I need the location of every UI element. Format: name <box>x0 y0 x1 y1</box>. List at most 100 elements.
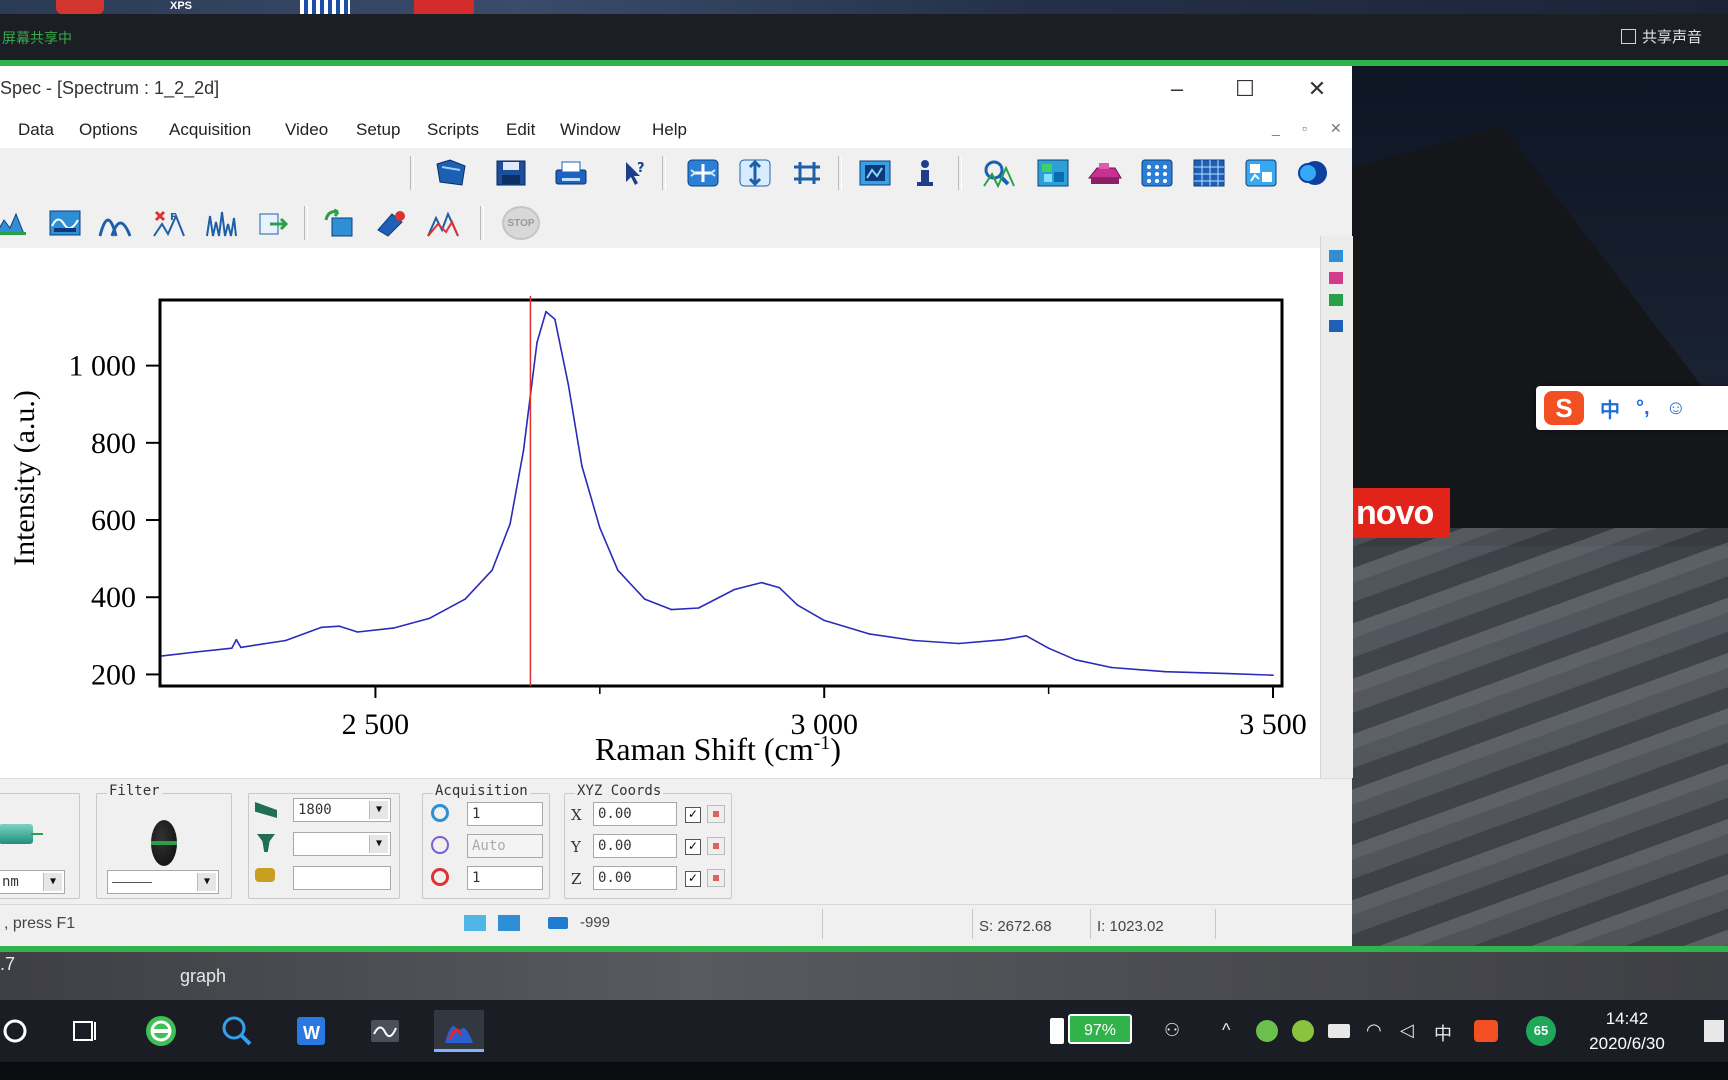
info-icon[interactable] <box>906 156 944 190</box>
tray-expand-icon[interactable]: ^ <box>1222 1020 1230 1041</box>
mdi-restore-button[interactable]: ▫ <box>1302 120 1307 136</box>
thumb-xps[interactable]: XPS <box>170 0 192 14</box>
z-coord-checkbox[interactable]: ✓ <box>685 871 701 887</box>
ime-lang-toggle[interactable]: 中 <box>1600 394 1620 423</box>
hole-field[interactable] <box>293 866 391 890</box>
labspec-taskbar-icon[interactable] <box>434 1010 484 1052</box>
spectrum-plot[interactable]: Intensity (a.u.) 200 400 600 800 1 000 2 500 3… <box>0 248 1320 778</box>
sogou-tray-icon[interactable] <box>1474 1020 1498 1042</box>
refresh-data-icon[interactable] <box>320 206 358 240</box>
menu-setup[interactable]: Setup <box>356 120 400 140</box>
sogou-logo-icon[interactable]: S <box>1544 391 1584 425</box>
laser-select[interactable]: nm ▼ <box>0 870 65 894</box>
filter-select[interactable]: ▼ <box>107 870 219 894</box>
z-coord-set-button[interactable] <box>707 869 725 887</box>
chevron-down-icon[interactable]: ▼ <box>197 873 216 891</box>
wifi-icon[interactable]: ◠ <box>1366 1020 1382 1041</box>
compare-spectra-icon[interactable] <box>424 206 462 240</box>
share-sound-toggle[interactable]: 共享声音 <box>1620 26 1702 47</box>
battery-indicator[interactable]: 97% <box>1068 1014 1132 1044</box>
side-tool-1-icon[interactable] <box>1329 250 1343 262</box>
zoom-full-icon[interactable] <box>684 156 722 190</box>
people-icon[interactable]: ⚇ <box>1164 1020 1180 1041</box>
mdi-close-button[interactable]: ✕ <box>1330 120 1342 137</box>
side-tool-3-icon[interactable] <box>1329 294 1343 306</box>
thumb-red-icon[interactable] <box>414 0 474 14</box>
spectrum-chart[interactable]: Intensity (a.u.) 200 400 600 800 1 000 2 500 3… <box>0 248 1320 778</box>
fit-peaks-icon[interactable]: F <box>150 206 188 240</box>
y-coord-set-button[interactable] <box>707 837 725 855</box>
peak-shape-icon[interactable] <box>96 206 134 240</box>
ime-emoji-icon[interactable]: ☺ <box>1666 397 1686 420</box>
tray-app-1-icon[interactable] <box>1256 1020 1278 1042</box>
word-icon[interactable]: W <box>286 1010 336 1052</box>
x-coord-field[interactable]: 0.00 <box>593 802 677 826</box>
menu-scripts[interactable]: Scripts <box>427 120 479 140</box>
smooth-icon[interactable] <box>46 206 84 240</box>
side-tool-2-icon[interactable] <box>1329 272 1343 284</box>
y-coord-checkbox[interactable]: ✓ <box>685 839 701 855</box>
thumb-table-icon[interactable] <box>300 0 350 14</box>
task-view-icon[interactable] <box>60 1010 110 1052</box>
digitalmicrograph-icon[interactable] <box>360 1010 410 1052</box>
chevron-down-icon[interactable]: ▼ <box>43 873 62 891</box>
menu-data[interactable]: Data <box>18 120 54 140</box>
tray-app-2-icon[interactable] <box>1292 1020 1314 1042</box>
print-icon[interactable] <box>552 156 590 190</box>
grating-select[interactable]: 1800 ▼ <box>293 798 391 822</box>
zoom-horizontal-icon[interactable] <box>788 156 826 190</box>
menu-window[interactable]: Window <box>560 120 620 140</box>
taskbar-clock[interactable]: 14:42 2020/6/30 <box>1572 1006 1682 1056</box>
search-app-icon[interactable] <box>212 1010 262 1052</box>
chevron-down-icon[interactable]: ▼ <box>369 835 388 853</box>
ime-indicator[interactable]: 中 <box>1434 1020 1452 1046</box>
cortana-search-icon[interactable] <box>0 1010 40 1052</box>
3d-view-icon[interactable] <box>1294 156 1332 190</box>
stage-icon[interactable] <box>1086 156 1124 190</box>
notification-center-icon[interactable] <box>1704 1020 1724 1042</box>
stop-button[interactable]: STOP <box>502 206 540 240</box>
menu-options[interactable]: Options <box>79 120 138 140</box>
mdi-minimize-button[interactable]: _ <box>1272 120 1280 136</box>
volume-icon[interactable]: ◁ <box>1400 1020 1414 1041</box>
z-coord-field[interactable]: 0.00 <box>593 866 677 890</box>
side-tool-4-icon[interactable] <box>1329 320 1343 332</box>
share-thumbnail-strip: XPS <box>0 0 1728 14</box>
desktop-graph-label[interactable]: graph <box>180 966 226 987</box>
grid-dots-icon[interactable] <box>1138 156 1176 190</box>
acq-time-field[interactable]: 1 <box>467 802 543 826</box>
browser-icon[interactable] <box>136 1010 186 1052</box>
chevron-down-icon[interactable]: ▼ <box>369 801 388 819</box>
context-help-icon[interactable]: ? <box>614 156 652 190</box>
close-button[interactable]: ✕ <box>1288 72 1346 106</box>
minimize-button[interactable]: – <box>1148 72 1206 106</box>
grid-table-icon[interactable] <box>1190 156 1228 190</box>
menu-edit[interactable]: Edit <box>506 120 535 140</box>
map-icon[interactable] <box>1034 156 1072 190</box>
thumb-video-icon[interactable] <box>56 0 104 14</box>
save-icon[interactable] <box>492 156 530 190</box>
baseline-icon[interactable] <box>0 206 30 240</box>
display-image-icon[interactable] <box>856 156 894 190</box>
menu-help[interactable]: Help <box>652 120 687 140</box>
menu-acquisition[interactable]: Acquisition <box>169 120 251 140</box>
open-file-icon[interactable] <box>432 156 470 190</box>
zoom-vertical-icon[interactable] <box>736 156 774 190</box>
menu-video[interactable]: Video <box>285 120 328 140</box>
acq-accum-field[interactable]: 1 <box>467 866 543 890</box>
tray-badge[interactable]: 65 <box>1526 1016 1556 1046</box>
spectrum-lines-icon[interactable] <box>202 206 240 240</box>
tray-device-icon[interactable] <box>1328 1024 1350 1038</box>
x-coord-checkbox[interactable]: ✓ <box>685 807 701 823</box>
peak-fit-icon[interactable] <box>980 156 1018 190</box>
paint-icon[interactable] <box>372 206 410 240</box>
ime-toolbar[interactable]: S 中 °, ☺ <box>1536 386 1728 430</box>
export-icon[interactable] <box>254 206 292 240</box>
multi-view-icon[interactable] <box>1242 156 1280 190</box>
slit-select[interactable]: ▼ <box>293 832 391 856</box>
y-coord-field[interactable]: 0.00 <box>593 834 677 858</box>
share-sound-checkbox[interactable] <box>1620 29 1636 44</box>
ime-punct-toggle[interactable]: °, <box>1636 397 1650 420</box>
maximize-button[interactable]: ☐ <box>1216 72 1274 106</box>
x-coord-set-button[interactable] <box>707 805 725 823</box>
